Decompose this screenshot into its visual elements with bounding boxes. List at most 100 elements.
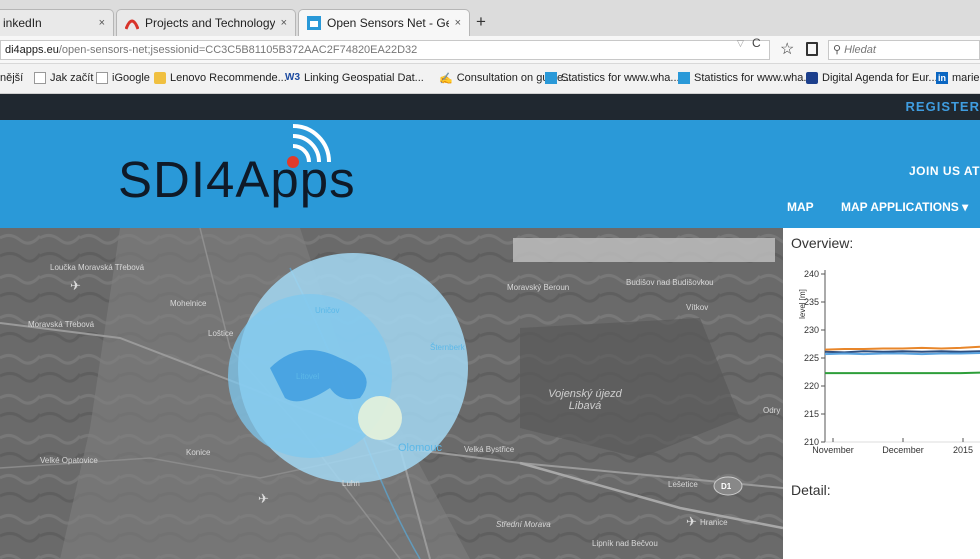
airport-icon: ✈ [686, 514, 697, 529]
map-label: Mohelnice [170, 299, 207, 308]
nav-map-applications[interactable]: MAP APPLICATIONS ▾ [841, 200, 968, 214]
tab-projects-technology[interactable]: Projects and Technology - ... × [116, 9, 296, 36]
map-label: Loštice [208, 329, 234, 338]
arch-favicon-icon [125, 19, 139, 30]
y-tick-label: 215 [804, 409, 819, 419]
tab-label: Open Sensors Net - Geopo... [327, 16, 449, 30]
y-tick-label: 240 [804, 269, 819, 279]
map-label: Střední Morava [496, 520, 551, 529]
site-top-strip: REGISTER [0, 94, 980, 120]
bookmark-label: nější [0, 72, 24, 84]
bookmark-star-icon[interactable]: ☆ [780, 39, 794, 59]
tab-close-icon[interactable]: × [455, 17, 461, 29]
overview-chart[interactable]: 240235230225220215210level [m] November D… [783, 260, 980, 460]
sdi4apps-favicon-icon [307, 16, 321, 30]
url-history-dropdown-icon[interactable]: ▽ [737, 38, 744, 49]
tab-close-icon[interactable]: × [281, 17, 287, 29]
map-label: Moravský Beroun [507, 283, 570, 292]
bookmark-label: Linking Geospatial Dat... [304, 72, 424, 84]
series-line-1 [824, 350, 980, 354]
sensor-buffer-small[interactable] [358, 396, 402, 440]
eu-flag-icon [806, 72, 818, 84]
bookmark-item[interactable]: Jak začít [34, 72, 93, 84]
bookmark-item[interactable]: iGoogle [96, 72, 150, 84]
browser-tab-bar: inkedIn × Projects and Technology - ... … [0, 0, 980, 36]
map-label: Šternberk [430, 343, 465, 352]
url-host: di4apps.eu [5, 44, 59, 56]
overview-title: Overview: [791, 235, 854, 251]
sdi4apps-favicon-icon [545, 72, 557, 84]
bookmark-item[interactable]: in marie [936, 72, 980, 84]
register-link[interactable]: REGISTER [906, 99, 980, 114]
bookmark-label: iGoogle [112, 72, 150, 84]
bookmark-item[interactable]: nější [0, 72, 23, 84]
map-search-box[interactable] [513, 238, 775, 262]
site-header: SDI4Apps JOIN US AT MAP MAP APPLICATIONS… [0, 120, 980, 228]
sdi4apps-favicon-icon [678, 72, 690, 84]
bookmark-item[interactable]: Lenovo Recommende... [154, 72, 287, 84]
map-label: Hranice [700, 518, 728, 527]
join-us-link[interactable]: JOIN US AT [909, 164, 980, 178]
map-label: Konice [186, 448, 211, 457]
map-label: Vítkov [686, 303, 709, 312]
bookmarks-list-icon[interactable] [806, 42, 818, 56]
series-line-0 [824, 345, 980, 351]
signal-icon [287, 124, 331, 168]
bookmark-item[interactable]: Digital Agenda for Eur... [806, 72, 938, 84]
map-label: Velké Opatovice [40, 456, 98, 465]
y-axis: 240235230225220215210level [m] [798, 269, 826, 447]
detail-title: Detail: [791, 482, 831, 498]
tab-close-icon[interactable]: × [99, 17, 105, 29]
tab-open-sensors-net[interactable]: Open Sensors Net - Geopo... × [298, 9, 470, 36]
linkedin-icon: in [936, 72, 948, 84]
x-tick-label: December [882, 445, 924, 455]
map-label: Velká Bystřice [464, 445, 515, 454]
w3c-icon: W3 [285, 72, 300, 83]
bookmark-label: Digital Agenda for Eur... [822, 72, 938, 84]
url-path: /open-sensors-net;jsessionid=CC3C5B81105… [58, 44, 418, 56]
search-placeholder: Hledat [844, 44, 876, 56]
bookmark-item[interactable]: Statistics for www.wha... [678, 72, 813, 84]
bookmark-label: Lenovo Recommende... [170, 72, 287, 84]
map-label: Odry [763, 406, 781, 415]
map-label: Olomouc [398, 442, 443, 454]
folder-icon [154, 72, 166, 84]
new-tab-button[interactable]: + [476, 12, 486, 32]
series-line-2 [824, 352, 980, 356]
map-label: Lešetice [668, 480, 698, 489]
x-axis: November December 2015 [812, 438, 980, 455]
airport-icon: ✈ [70, 278, 81, 293]
y-tick-label: 225 [804, 353, 819, 363]
map-label: Budišov nad Budišovkou [626, 278, 714, 287]
bookmark-label: Statistics for www.wha... [561, 72, 680, 84]
x-tick-label: November [812, 445, 854, 455]
tab-label: Projects and Technology - ... [145, 16, 275, 30]
search-input[interactable]: ⚲ Hledat [828, 40, 980, 60]
map-label: Luhn [342, 479, 360, 488]
bookmark-item[interactable]: W3 Linking Geospatial Dat... [285, 72, 424, 84]
page-icon [34, 72, 46, 84]
airport-icon: ✈ [258, 491, 269, 506]
reload-button[interactable]: C [752, 36, 761, 50]
tab-linkedin[interactable]: inkedIn × [0, 9, 114, 36]
url-bar[interactable]: di4apps.eu/open-sensors-net;jsessionid=C… [0, 40, 770, 60]
map-label: Litovel [296, 372, 320, 381]
sensor-panel: Overview: 240 235 230 225 220 215 210 level [m]… [783, 228, 980, 559]
page-icon [96, 72, 108, 84]
series-layer [824, 345, 980, 375]
y-axis-label: level [m] [798, 289, 807, 319]
nav-map[interactable]: MAP [787, 200, 814, 214]
bookmark-item[interactable]: Statistics for www.wha... [545, 72, 680, 84]
hand-logo-icon: ✍ [439, 73, 453, 85]
map-area-label: Vojenský újezd Libavá [548, 388, 622, 412]
browser-nav-bar: di4apps.eu/open-sensors-net;jsessionid=C… [0, 36, 980, 64]
bookmark-label: Statistics for www.wha... [694, 72, 813, 84]
series-line-3 [825, 371, 980, 375]
y-tick-label: 220 [804, 381, 819, 391]
road-shield-label: D1 [721, 482, 732, 491]
map-label: Loučka Moravská Třebová [50, 263, 145, 272]
map-label: Moravská Třebová [28, 320, 95, 329]
x-tick-label: 2015 [953, 445, 973, 455]
map-view[interactable]: ✈ ✈ ✈ Loučka Moravská Třebová Moravská T… [0, 228, 783, 559]
bookmark-label: Jak začít [50, 72, 94, 84]
